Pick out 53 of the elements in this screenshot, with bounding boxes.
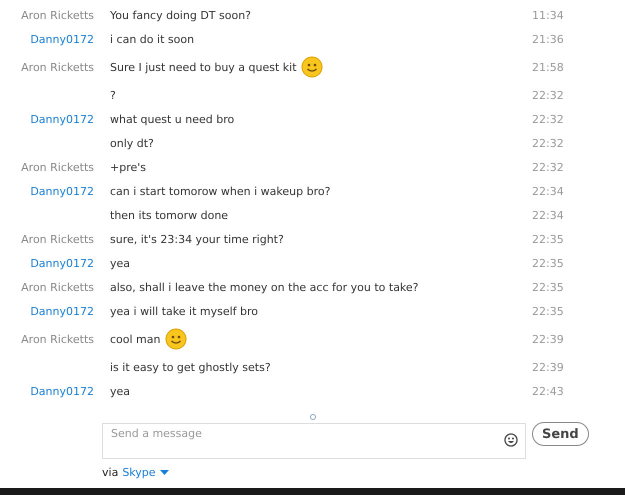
sender-name[interactable]: Aron Ricketts: [0, 8, 94, 22]
message-text: what quest u need bro: [110, 112, 234, 126]
sender-name[interactable]: Aron Ricketts: [0, 280, 94, 294]
smiley-icon: [300, 56, 323, 78]
resize-handle[interactable]: [310, 414, 316, 420]
via-label: via: [102, 466, 118, 479]
message-text: sure, it's 23:34 your time right?: [110, 232, 284, 246]
message-time: 22:35: [532, 304, 565, 318]
sender-name[interactable]: Aron Ricketts: [0, 60, 94, 74]
message-text: i can do it soon: [110, 32, 194, 46]
message-time: 22:35: [532, 280, 565, 294]
sender-name[interactable]: Danny0172: [0, 184, 94, 198]
sender-name[interactable]: Danny0172: [0, 112, 94, 126]
message-text: ?: [110, 88, 116, 102]
message-text: can i start tomorow when i wakeup bro?: [110, 184, 330, 198]
message-text: Sure I just need to buy a quest kit: [110, 60, 297, 74]
message-time: 22:39: [532, 360, 565, 374]
network-link[interactable]: Skype: [122, 466, 156, 479]
message-text: also, shall i leave the money on the acc for you to take?: [110, 280, 419, 294]
message-time: 22:32: [532, 160, 565, 174]
message-time: 21:58: [532, 60, 565, 74]
sender-name[interactable]: Danny0172: [0, 304, 94, 318]
message-time: 22:43: [532, 384, 565, 398]
message-time: 22:32: [532, 112, 565, 126]
message-time: 21:36: [532, 32, 565, 46]
sender-name[interactable]: Danny0172: [0, 32, 94, 46]
emoticon-icon[interactable]: [504, 433, 518, 447]
message-time: 22:35: [532, 232, 565, 246]
message-time: 22:32: [532, 136, 565, 150]
smiley-icon: [164, 328, 186, 350]
sender-name[interactable]: Aron Ricketts: [0, 232, 94, 246]
sender-name[interactable]: Aron Ricketts: [0, 332, 94, 346]
message-text: is it easy to get ghostly sets?: [110, 360, 271, 374]
caret-icon[interactable]: [160, 470, 169, 476]
message-text: only dt?: [110, 136, 154, 150]
message-time: 22:32: [532, 88, 565, 102]
message-time: 22:35: [532, 256, 565, 270]
message-text: yea: [110, 256, 130, 270]
message-field[interactable]: Send a message: [102, 422, 526, 458]
message-text: cool man: [110, 332, 160, 346]
message-text: +pre's: [110, 160, 146, 174]
message-text: yea: [110, 384, 130, 398]
message-time: 22:34: [532, 208, 565, 222]
sender-name[interactable]: Danny0172: [0, 256, 94, 270]
message-time: 22:34: [532, 184, 565, 198]
message-time: 22:39: [532, 332, 565, 346]
message-time: 11:34: [532, 8, 565, 22]
sender-name[interactable]: Aron Ricketts: [0, 160, 94, 174]
message-text: yea i will take it myself bro: [110, 304, 258, 318]
send-button[interactable]: Send: [532, 422, 589, 446]
sender-name[interactable]: Danny0172: [0, 384, 94, 398]
message-text: You fancy doing DT soon?: [110, 8, 252, 22]
message-text: then its tomorw done: [110, 208, 228, 222]
